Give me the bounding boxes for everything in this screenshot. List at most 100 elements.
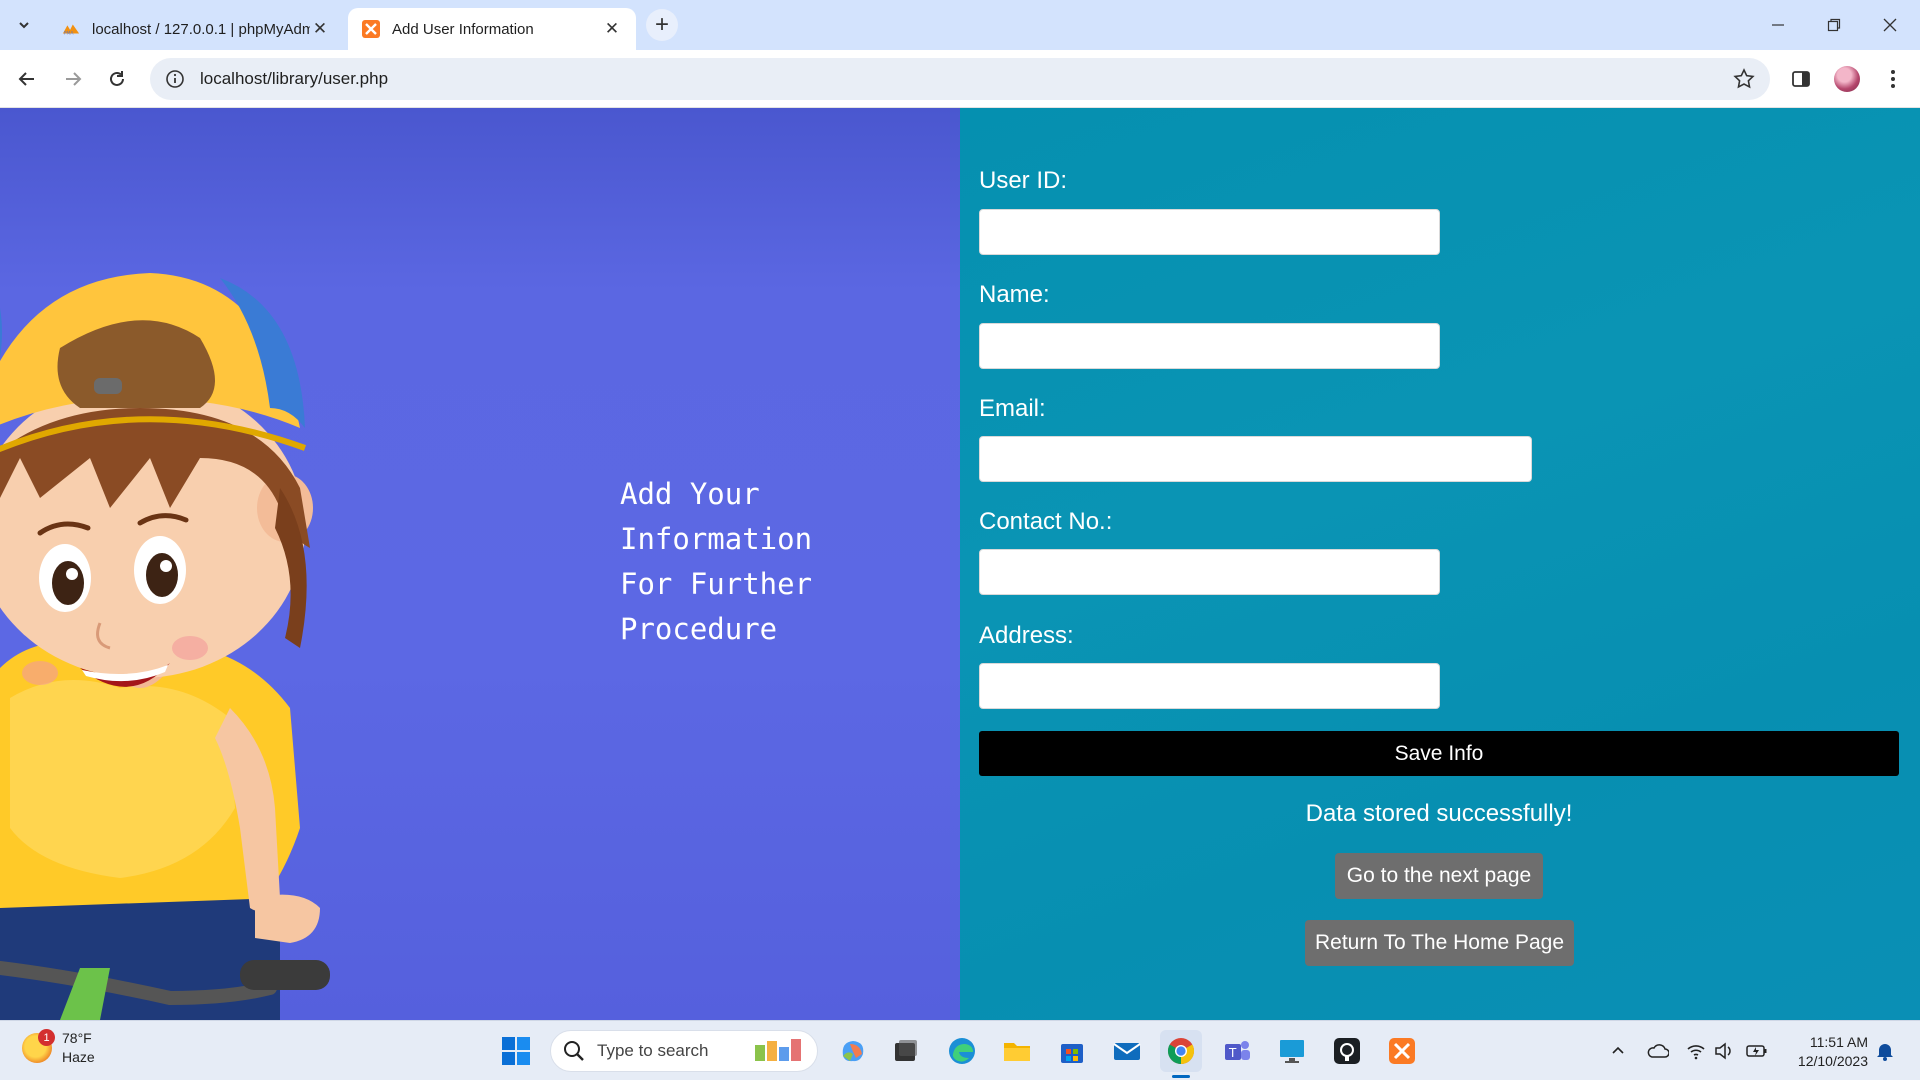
user-id-label: User ID: — [979, 167, 1068, 194]
active-app-indicator — [1172, 1075, 1190, 1078]
windows-icon — [502, 1037, 530, 1065]
weather-widget[interactable]: 1 78°F Haze — [22, 1029, 95, 1067]
tab-add-user-information[interactable]: Add User Information ✕ — [348, 8, 636, 50]
github-button[interactable] — [1326, 1030, 1368, 1072]
clock-date: 12/10/2023 — [1797, 1053, 1868, 1069]
notification-button[interactable] — [1873, 1039, 1897, 1063]
wifi-icon — [1687, 1045, 1705, 1060]
weather-temp: 78°F — [62, 1030, 92, 1046]
slogan-line: For Further — [620, 567, 813, 601]
file-explorer-button[interactable] — [996, 1030, 1038, 1072]
more-vertical-icon — [1891, 70, 1895, 88]
teams-icon: T — [1225, 1041, 1250, 1060]
tab-phpmyadmin[interactable]: PMA localhost / 127.0.0.1 | phpMyAdmin ✕ — [48, 8, 344, 50]
contact-input[interactable] — [979, 549, 1440, 595]
weather-sun-icon: 1 — [22, 1029, 55, 1063]
next-page-button[interactable]: Go to the next page — [1335, 853, 1543, 899]
tab-strip: PMA localhost / 127.0.0.1 | phpMyAdmin ✕… — [0, 0, 1920, 50]
teams-button[interactable]: T — [1216, 1030, 1258, 1072]
mail-button[interactable] — [1106, 1030, 1148, 1072]
show-hidden-icons-button[interactable] — [1606, 1039, 1630, 1063]
clock-time: 11:51 AM — [1809, 1034, 1868, 1050]
taskbar: 1 78°F Haze Type to search T 11:51 AM 12… — [0, 1020, 1920, 1080]
home-page-button[interactable]: Return To The Home Page — [1305, 920, 1574, 966]
new-tab-button[interactable]: + — [646, 9, 678, 41]
address-bar[interactable]: localhost/library/user.php — [150, 58, 1770, 100]
tab-search-button[interactable] — [6, 8, 42, 42]
start-button[interactable] — [495, 1030, 537, 1072]
slogan-line: Procedure — [620, 612, 778, 646]
menu-button[interactable] — [1876, 62, 1910, 96]
reload-button[interactable] — [100, 62, 134, 96]
chrome-icon — [1167, 1038, 1195, 1065]
chevron-up-icon — [1612, 1046, 1624, 1054]
plus-icon: + — [654, 11, 669, 38]
web-page: Add Your Information For Further Procedu… — [0, 108, 1920, 1020]
tab-title: Add User Information — [392, 20, 534, 38]
contact-label: Contact No.: — [979, 508, 1113, 535]
battery-tray[interactable] — [1745, 1039, 1769, 1063]
bookmark-star-icon[interactable] — [1732, 67, 1756, 91]
xampp-icon — [362, 20, 380, 38]
edge-icon — [949, 1038, 975, 1064]
reload-icon — [110, 71, 124, 86]
arrow-right-icon — [66, 72, 82, 86]
github-icon — [1334, 1038, 1360, 1064]
svg-text:PMA: PMA — [64, 30, 75, 36]
email-input[interactable] — [979, 436, 1532, 482]
slogan-text: Add Your Information For Further Procedu… — [620, 472, 920, 652]
taskbar-search[interactable]: Type to search — [550, 1030, 818, 1072]
volume-tray[interactable] — [1712, 1039, 1736, 1063]
svg-text:T: T — [1228, 1046, 1237, 1060]
weather-desc: Haze — [62, 1049, 95, 1065]
copilot-button[interactable] — [832, 1030, 874, 1072]
address-label: Address: — [979, 622, 1074, 649]
task-view-icon — [895, 1040, 917, 1061]
tab-title: localhost / 127.0.0.1 | phpMyAdmin — [92, 20, 310, 38]
onedrive-tray[interactable] — [1646, 1039, 1670, 1063]
monitor-icon — [1280, 1040, 1304, 1063]
close-icon — [1883, 18, 1897, 32]
folder-icon — [1004, 1043, 1030, 1061]
notification-badge: 1 — [38, 1029, 55, 1046]
close-icon[interactable]: ✕ — [310, 19, 330, 39]
save-info-button[interactable]: Save Info — [979, 731, 1899, 776]
forward-button[interactable] — [56, 62, 90, 96]
wifi-tray[interactable] — [1684, 1039, 1708, 1063]
side-panel-icon — [1792, 71, 1810, 87]
search-placeholder: Type to search — [597, 1041, 709, 1060]
side-panel-button[interactable] — [1784, 62, 1818, 96]
restore-button[interactable] — [1806, 0, 1862, 50]
success-message: Data stored successfully! — [1305, 800, 1573, 827]
remote-desktop-button[interactable] — [1271, 1030, 1313, 1072]
site-info-icon[interactable] — [164, 68, 186, 90]
name-label: Name: — [979, 281, 1050, 308]
clock[interactable]: 11:51 AM 12/10/2023 — [1778, 1033, 1868, 1071]
profile-button[interactable] — [1830, 62, 1864, 96]
store-icon — [1061, 1044, 1083, 1063]
xampp-button[interactable] — [1381, 1030, 1423, 1072]
address-input[interactable] — [979, 663, 1440, 709]
search-icon — [564, 1041, 584, 1061]
minimize-icon — [1772, 24, 1784, 26]
minimize-button[interactable] — [1750, 0, 1806, 50]
edge-button[interactable] — [941, 1030, 983, 1072]
browser-toolbar: localhost/library/user.php — [0, 50, 1920, 108]
task-view-button[interactable] — [885, 1030, 927, 1072]
back-button[interactable] — [10, 62, 44, 96]
speaker-icon — [1715, 1042, 1731, 1060]
close-window-button[interactable] — [1862, 0, 1918, 50]
phpmyadmin-icon: PMA — [62, 20, 80, 38]
hero-panel: Add Your Information For Further Procedu… — [0, 108, 960, 1020]
restore-icon — [1827, 18, 1841, 32]
cloud-icon — [1647, 1044, 1669, 1058]
chrome-button[interactable] — [1160, 1030, 1202, 1072]
slogan-line: Information — [620, 522, 813, 556]
user-id-input[interactable] — [979, 209, 1440, 255]
arrow-left-icon — [18, 72, 34, 86]
bell-icon — [1877, 1044, 1893, 1061]
name-input[interactable] — [979, 323, 1440, 369]
store-button[interactable] — [1051, 1030, 1093, 1072]
copilot-icon — [842, 1041, 864, 1062]
close-icon[interactable]: ✕ — [602, 19, 622, 39]
